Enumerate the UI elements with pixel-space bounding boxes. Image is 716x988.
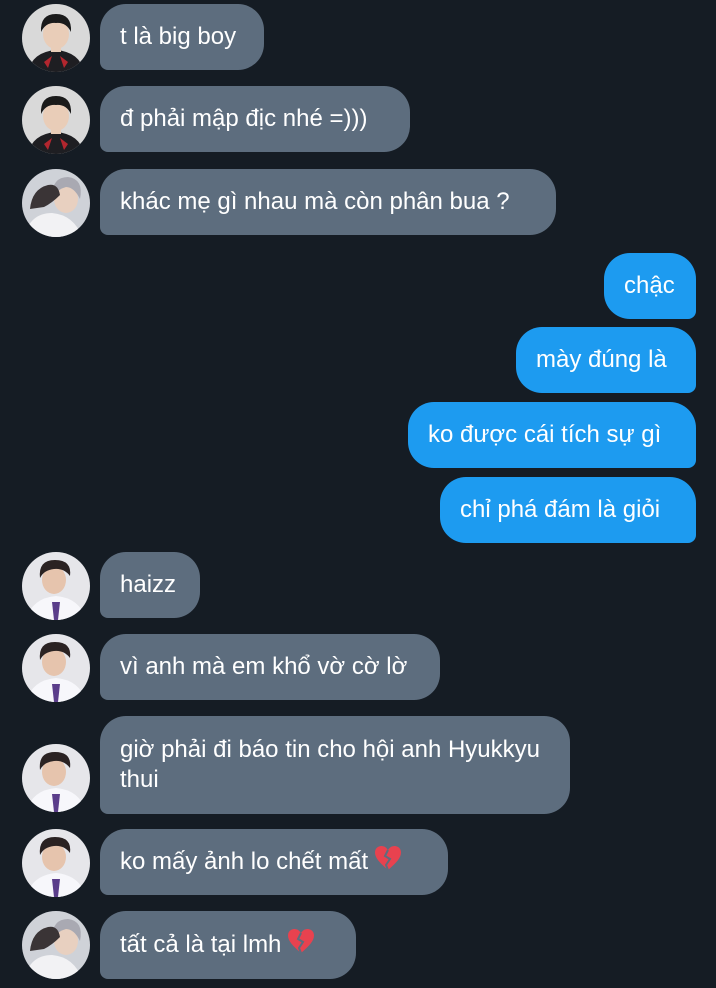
- message-text: tất cả là tại lmh: [120, 931, 282, 958]
- avatar[interactable]: [22, 634, 90, 702]
- message-bubble-outgoing[interactable]: mày đúng là: [516, 327, 696, 393]
- message-text: đ phải mập địc nhé =))): [120, 105, 368, 132]
- message-row: ko mấy ảnh lo chết mất: [0, 829, 716, 895]
- message-bubble-outgoing[interactable]: ko được cái tích sự gì: [408, 402, 696, 468]
- avatar[interactable]: [22, 744, 90, 812]
- message-row: vì anh mà em khổ vờ cờ lờ: [0, 634, 716, 700]
- message-row: haizz: [0, 552, 716, 618]
- message-text: mày đúng là: [536, 346, 667, 373]
- message-bubble[interactable]: haizz: [100, 552, 200, 618]
- message-text: vì anh mà em khổ vờ cờ lờ: [120, 653, 408, 680]
- message-row: t là big boy: [0, 4, 716, 70]
- message-bubble[interactable]: đ phải mập địc nhé =))): [100, 86, 410, 152]
- message-row: giờ phải đi báo tin cho hội anh Hyukkyu …: [0, 716, 716, 814]
- message-bubble[interactable]: t là big boy: [100, 4, 264, 70]
- avatar[interactable]: [22, 4, 90, 72]
- message-text: giờ phải đi báo tin cho hội anh Hyukkyu …: [120, 736, 540, 793]
- avatar[interactable]: [22, 552, 90, 620]
- message-bubble-outgoing[interactable]: chỉ phá đám là giỏi: [440, 477, 696, 543]
- message-text: t là big boy: [120, 23, 237, 50]
- message-row: chỉ phá đám là giỏi: [0, 477, 716, 543]
- message-text: ko mấy ảnh lo chết mất: [120, 848, 369, 875]
- message-bubble[interactable]: tất cả là tại lmh: [100, 911, 356, 979]
- message-bubble[interactable]: ko mấy ảnh lo chết mất: [100, 829, 448, 895]
- message-bubble[interactable]: giờ phải đi báo tin cho hội anh Hyukkyu …: [100, 716, 570, 814]
- message-row: mày đúng là: [0, 327, 716, 393]
- broken-heart-icon: [374, 845, 402, 879]
- message-text: khác mẹ gì nhau mà còn phân bua ?: [120, 188, 510, 215]
- broken-heart-icon: [287, 928, 315, 962]
- message-row: tất cả là tại lmh: [0, 911, 716, 979]
- message-row: đ phải mập địc nhé =))): [0, 86, 716, 152]
- message-row: ko được cái tích sự gì: [0, 402, 716, 468]
- message-text: ko được cái tích sự gì: [428, 421, 662, 448]
- message-text: chỉ phá đám là giỏi: [460, 496, 661, 523]
- message-text: haizz: [120, 571, 177, 598]
- message-text: chậc: [624, 272, 675, 299]
- message-row: chậc: [0, 253, 716, 319]
- message-row: khác mẹ gì nhau mà còn phân bua ?: [0, 169, 716, 235]
- avatar[interactable]: [22, 86, 90, 154]
- message-bubble[interactable]: vì anh mà em khổ vờ cờ lờ: [100, 634, 440, 700]
- message-bubble-outgoing[interactable]: chậc: [604, 253, 696, 319]
- avatar[interactable]: [22, 911, 90, 979]
- avatar[interactable]: [22, 829, 90, 897]
- avatar[interactable]: [22, 169, 90, 237]
- message-bubble[interactable]: khác mẹ gì nhau mà còn phân bua ?: [100, 169, 556, 235]
